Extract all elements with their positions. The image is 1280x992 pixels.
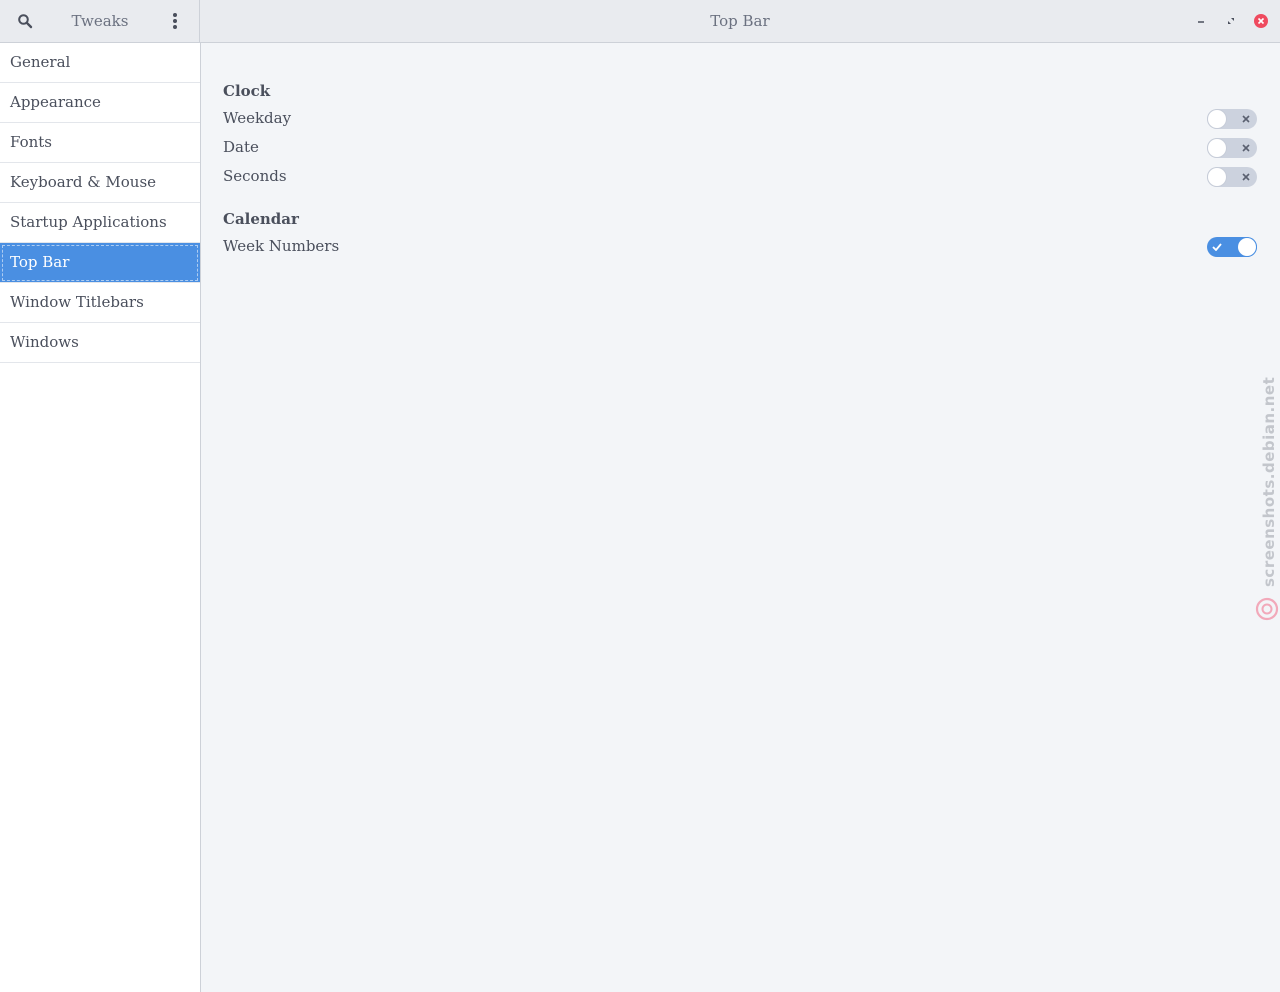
menu-button[interactable] (162, 9, 188, 33)
minimize-button[interactable] (1192, 12, 1210, 30)
switch-knob (1208, 139, 1226, 157)
settings-panel: Clock Weekday Date Seconds Calendar Week… (201, 43, 1280, 992)
sidebar-item-startup-applications[interactable]: Startup Applications (0, 203, 200, 243)
week-numbers-switch[interactable] (1207, 237, 1257, 257)
sidebar-item-general[interactable]: General (0, 43, 200, 83)
close-button[interactable] (1252, 12, 1270, 30)
calendar-heading: Calendar (223, 210, 299, 228)
date-switch[interactable] (1207, 138, 1257, 158)
switch-knob (1208, 110, 1226, 128)
off-x-icon (1240, 171, 1252, 183)
search-icon (18, 14, 33, 29)
sidebar: General Appearance Fonts Keyboard & Mous… (0, 43, 201, 992)
sidebar-item-keyboard-mouse[interactable]: Keyboard & Mouse (0, 163, 200, 203)
clock-heading: Clock (223, 82, 271, 100)
search-button[interactable] (12, 9, 38, 33)
page-title: Top Bar (710, 12, 770, 30)
sidebar-item-appearance[interactable]: Appearance (0, 83, 200, 123)
off-x-icon (1240, 113, 1252, 125)
seconds-label: Seconds (223, 167, 287, 185)
close-icon (1254, 14, 1268, 28)
sidebar-item-fonts[interactable]: Fonts (0, 123, 200, 163)
weekday-label: Weekday (223, 109, 292, 127)
tweaks-window: Tweaks Top Bar General Appearance Fonts … (0, 0, 1280, 992)
watermark-text: screenshots.debian.net (1260, 376, 1278, 587)
seconds-switch[interactable] (1207, 167, 1257, 187)
debian-swirl-logo-icon (1255, 597, 1279, 621)
sidebar-item-window-titlebars[interactable]: Window Titlebars (0, 283, 200, 323)
weekday-switch[interactable] (1207, 109, 1257, 129)
sidebar-header: Tweaks (0, 0, 200, 42)
minimize-icon (1198, 21, 1204, 23)
week-numbers-label: Week Numbers (223, 237, 340, 255)
maximize-button[interactable] (1222, 12, 1240, 30)
switch-knob (1208, 168, 1226, 186)
switch-knob (1238, 238, 1256, 256)
vertical-dots-icon (173, 13, 177, 29)
sidebar-item-windows[interactable]: Windows (0, 323, 200, 363)
sidebar-item-top-bar[interactable]: Top Bar (0, 243, 200, 283)
maximize-icon (1228, 18, 1234, 24)
watermark: screenshots.debian.net (1254, 376, 1280, 625)
checkmark-icon (1211, 241, 1223, 253)
date-label: Date (223, 138, 259, 156)
off-x-icon (1240, 142, 1252, 154)
header-bar: Tweaks Top Bar (0, 0, 1280, 43)
app-title: Tweaks (71, 12, 129, 30)
